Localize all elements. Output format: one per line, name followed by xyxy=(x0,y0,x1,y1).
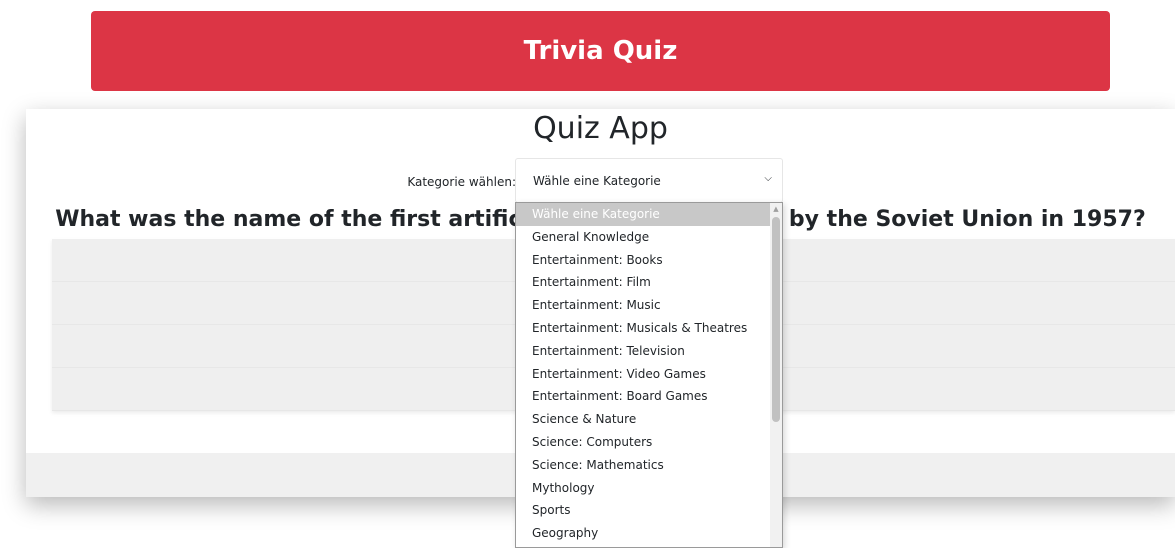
dropdown-option[interactable]: Entertainment: Board Games xyxy=(516,385,782,408)
app-title: Quiz App xyxy=(533,111,668,146)
dropdown-option[interactable]: Science: Mathematics xyxy=(516,454,782,477)
dropdown-option[interactable]: Sports xyxy=(516,499,782,522)
dropdown-option[interactable]: Entertainment: Television xyxy=(516,340,782,363)
dropdown-option[interactable]: Entertainment: Books xyxy=(516,249,782,272)
dropdown-option[interactable]: Entertainment: Musicals & Theatres xyxy=(516,317,782,340)
category-label: Kategorie wählen: xyxy=(407,175,516,189)
scrollbar-thumb[interactable] xyxy=(772,217,780,422)
quiz-header: Trivia Quiz xyxy=(91,11,1110,91)
dropdown-option[interactable]: Science & Nature xyxy=(516,408,782,431)
category-select-value: Wähle eine Kategorie xyxy=(533,174,661,188)
dropdown-option[interactable]: Entertainment: Music xyxy=(516,294,782,317)
dropdown-option[interactable]: Geography xyxy=(516,522,782,545)
dropdown-option[interactable]: General Knowledge xyxy=(516,226,782,249)
dropdown-option[interactable]: Entertainment: Film xyxy=(516,271,782,294)
category-select[interactable]: Wähle eine Kategorie ⌵ xyxy=(515,158,783,203)
dropdown-option[interactable]: Science: Computers xyxy=(516,431,782,454)
chevron-down-icon: ⌵ xyxy=(764,173,772,184)
dropdown-scrollbar[interactable]: ▲ xyxy=(770,203,782,547)
header-title: Trivia Quiz xyxy=(523,36,678,66)
scroll-up-arrow-icon[interactable]: ▲ xyxy=(770,205,782,213)
dropdown-option[interactable]: Entertainment: Video Games xyxy=(516,363,782,386)
dropdown-option[interactable]: Mythology xyxy=(516,477,782,500)
category-dropdown-list[interactable]: Wähle eine Kategorie General Knowledge E… xyxy=(515,202,783,548)
dropdown-option[interactable]: Wähle eine Kategorie xyxy=(516,203,770,226)
